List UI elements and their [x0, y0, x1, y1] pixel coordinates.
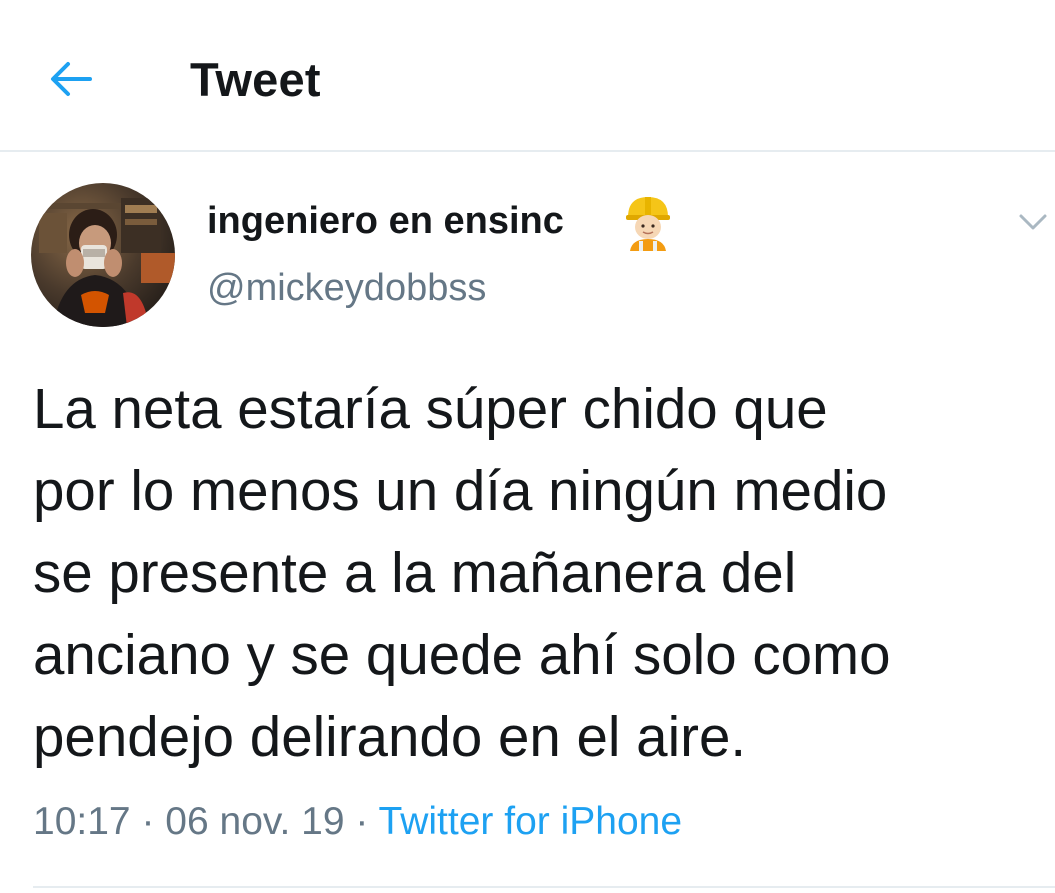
divider — [33, 886, 1055, 888]
tweet-time: 10:17 — [33, 800, 131, 843]
tweet-body: La neta estaría súper chido que por lo m… — [33, 377, 891, 768]
avatar[interactable] — [31, 183, 175, 327]
author-handle[interactable]: @mickeydobbss — [207, 267, 486, 310]
meta-separator: · — [355, 800, 369, 843]
meta-separator: · — [141, 800, 155, 843]
avatar-photo — [31, 183, 175, 327]
back-button[interactable] — [44, 52, 98, 106]
arrow-left-icon — [51, 62, 92, 96]
tweet-metadata: 10:17 · 06 nov. 19 · Twitter for iPhone — [33, 800, 682, 844]
tweet-date: 06 nov. 19 — [165, 800, 345, 843]
page-title: Tweet — [190, 53, 321, 106]
tweet-source-link[interactable]: Twitter for iPhone — [379, 800, 682, 843]
author-display-name[interactable]: ingeniero en ensinc — [207, 200, 564, 243]
chevron-down-icon[interactable] — [1012, 200, 1054, 242]
construction-worker-emoji — [626, 197, 670, 251]
top-app-bar: Tweet — [0, 0, 1055, 152]
